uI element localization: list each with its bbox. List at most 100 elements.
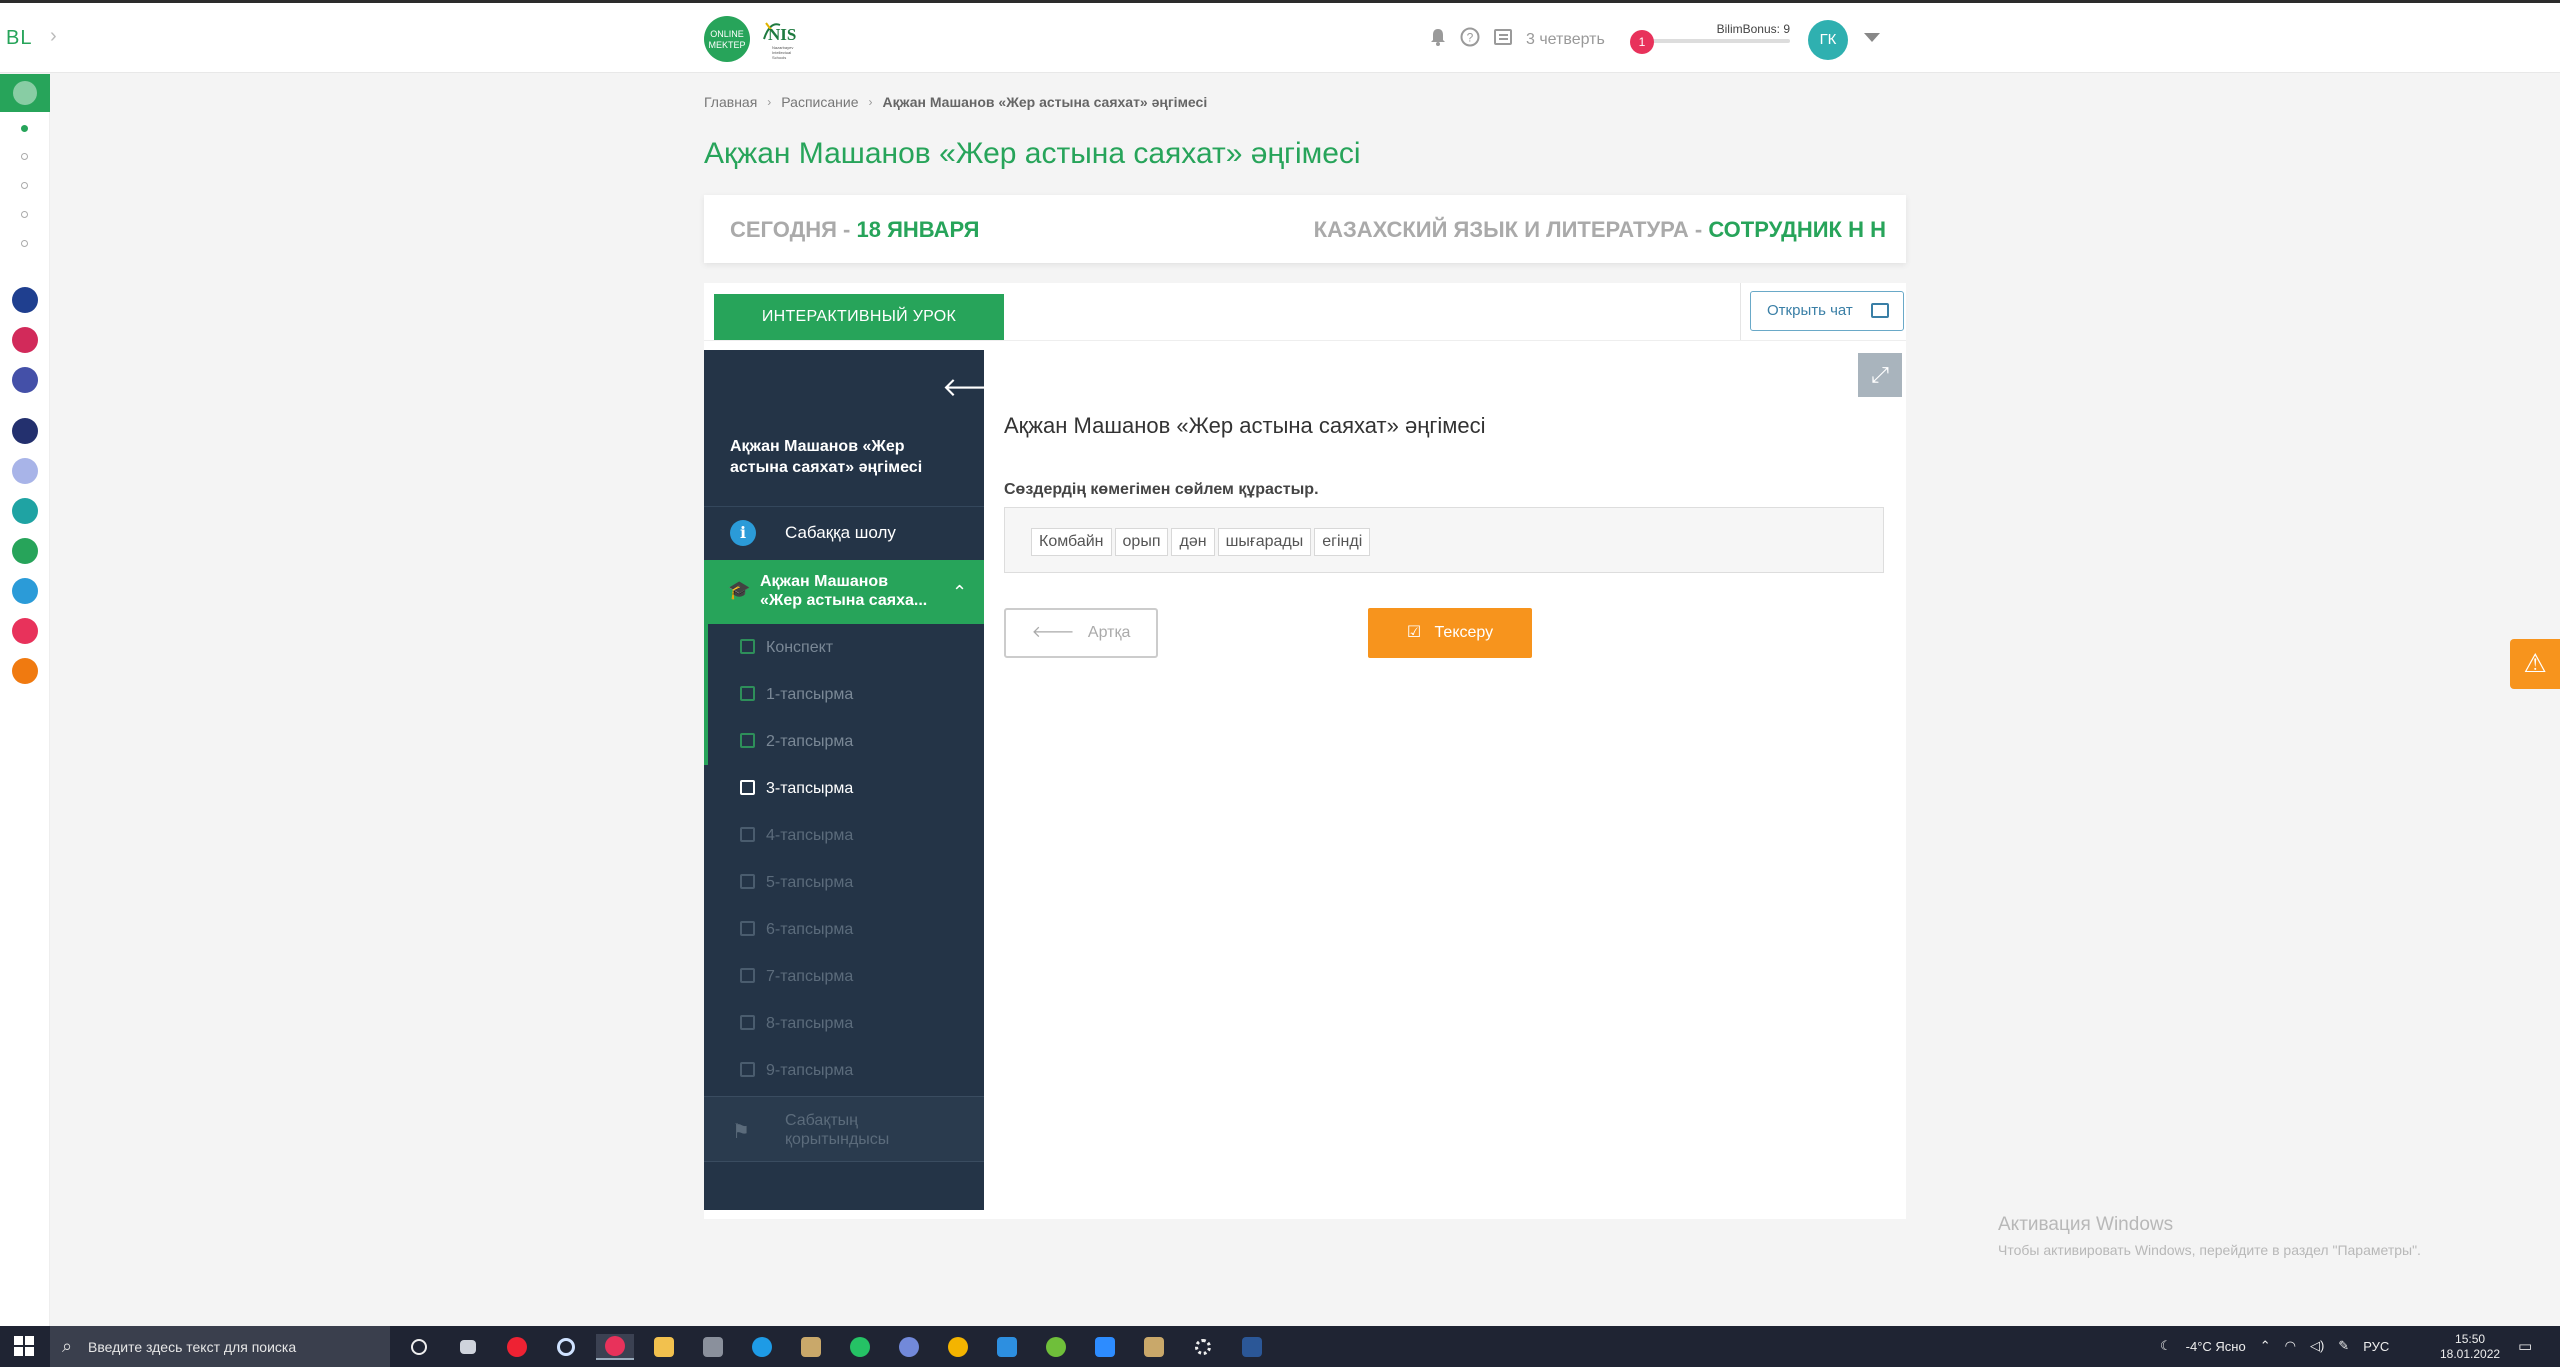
sidebar-item-current-lesson[interactable]: 🎓 Ақжан Машанов «Жер астына саяха... ⌃: [704, 560, 984, 624]
torrent-icon[interactable]: [1037, 1334, 1075, 1360]
rail-app-5-icon[interactable]: [12, 458, 38, 484]
breadcrumb-home[interactable]: Главная: [704, 94, 757, 110]
breadcrumb-chevron-icon: ›: [767, 95, 772, 109]
report-warning-icon[interactable]: ⚠: [2510, 639, 2560, 689]
camera-icon[interactable]: [694, 1334, 732, 1360]
fullscreen-expand-icon[interactable]: ⤢: [1858, 353, 1902, 397]
windows-activation-watermark: Активация Windows Чтобы активировать Win…: [1998, 1214, 2421, 1258]
rail-expand-chevron-icon[interactable]: ›: [50, 25, 57, 48]
sidebar-item-task[interactable]: 2-тапсырма: [704, 718, 984, 765]
sidebar-item-task[interactable]: 4-тапсырма: [704, 812, 984, 859]
activation-subtitle: Чтобы активировать Windows, перейдите в …: [1998, 1242, 2421, 1258]
tab-interactive-lesson[interactable]: ИНТЕРАКТИВНЫЙ УРОК: [714, 294, 1004, 340]
settings-gear-icon[interactable]: [1184, 1334, 1222, 1360]
bl-logo[interactable]: BL: [6, 27, 32, 50]
network-icon[interactable]: ◠: [2285, 1338, 2296, 1354]
taskbar-clock[interactable]: 15:50 18.01.2022: [2440, 1332, 2500, 1362]
rail-app-8-icon[interactable]: [12, 578, 38, 604]
rail-app-online-mektep[interactable]: [0, 74, 50, 112]
sidebar-item-task[interactable]: 3-тапсырма: [704, 765, 984, 812]
page-title: Ақжан Машанов «Жер астына саяхат» әңгіме…: [704, 137, 1361, 170]
progress-indicator-bar: [704, 859, 708, 906]
notification-center-icon[interactable]: ▭: [2518, 1337, 2532, 1355]
weather-text[interactable]: -4°C Ясно: [2186, 1339, 2246, 1354]
zoom-icon[interactable]: [1086, 1334, 1124, 1360]
checkbox-icon: ☑: [1406, 624, 1435, 641]
sidebar-item-overview[interactable]: i Сабаққа шолу: [704, 506, 984, 560]
discord-icon[interactable]: [890, 1334, 928, 1360]
whatsapp-icon[interactable]: [841, 1334, 879, 1360]
rail-dot-3[interactable]: [21, 182, 28, 189]
rail-dot-2[interactable]: [21, 153, 28, 160]
sidebar-item-task[interactable]: Конспект: [704, 624, 984, 671]
rail-app-10-icon[interactable]: [12, 658, 38, 684]
sidebar-item-task[interactable]: 1-тапсырма: [704, 671, 984, 718]
sidebar-item-label: 6-тапсырма: [766, 921, 854, 938]
rail-dot-4[interactable]: [21, 211, 28, 218]
check-button[interactable]: ☑ Тексеру: [1368, 608, 1532, 658]
paint-2-icon[interactable]: [1135, 1334, 1173, 1360]
rail-app-9-icon[interactable]: [12, 618, 38, 644]
back-arrow-icon[interactable]: 🡐: [942, 372, 1012, 403]
task-view-icon[interactable]: [449, 1334, 487, 1360]
rail-app-1-icon[interactable]: [12, 287, 38, 313]
rail-app-2-icon[interactable]: [12, 327, 38, 353]
rail-app-4-icon[interactable]: [12, 418, 38, 444]
taskbar-search[interactable]: ⌕ Введите здесь текст для поиска: [50, 1326, 390, 1367]
lesson-sidebar: 🡐 Ақжан Машанов «Жер астына саяхат» әңгі…: [704, 350, 1012, 1210]
rail-dot-1[interactable]: [21, 125, 28, 132]
sidebar-item-task[interactable]: 8-тапсырма: [704, 1000, 984, 1047]
yandex-browser-icon[interactable]: [596, 1334, 634, 1360]
rail-app-6-icon[interactable]: [12, 498, 38, 524]
chevron-up-icon[interactable]: ⌃: [952, 582, 967, 603]
paint-icon[interactable]: [792, 1334, 830, 1360]
word-icon[interactable]: [1233, 1334, 1271, 1360]
obs-icon[interactable]: [498, 1334, 536, 1360]
subject-teacher: КАЗАХСКИЙ ЯЗЫК И ЛИТЕРАТУРА - СОТРУДНИК …: [1314, 217, 1886, 243]
word-chip[interactable]: дән: [1171, 528, 1215, 556]
quarter-selector[interactable]: 3 четверть: [1526, 31, 1605, 49]
bilim-bonus-widget[interactable]: BilimBonus: 9 1: [1630, 19, 1790, 54]
breadcrumb-schedule[interactable]: Расписание: [781, 94, 858, 110]
breadcrumb-current: Ақжан Машанов «Жер астына саяхат» әңгіме…: [882, 94, 1208, 110]
rail-app-7-icon[interactable]: [12, 538, 38, 564]
word-chip[interactable]: Комбайн: [1031, 528, 1112, 556]
cortana-icon[interactable]: [400, 1334, 438, 1360]
help-icon[interactable]: ?: [1460, 27, 1480, 52]
system-tray: ☾ -4°C Ясно ⌃ ◠ ◁) ✎ РУС: [2160, 1338, 2389, 1354]
bell-icon[interactable]: [1430, 28, 1446, 51]
rail-dot-5[interactable]: [21, 240, 28, 247]
back-button[interactable]: 🡐 Артқа: [1004, 608, 1158, 658]
windows-start-icon[interactable]: [14, 1336, 34, 1356]
word-chip[interactable]: орып: [1114, 528, 1169, 556]
sidebar-item-task[interactable]: 5-тапсырма: [704, 859, 984, 906]
word-chip[interactable]: егінді: [1314, 528, 1371, 556]
word-chip[interactable]: шығарады: [1217, 528, 1312, 556]
file-explorer-icon[interactable]: [645, 1334, 683, 1360]
volume-icon[interactable]: ◁): [2310, 1338, 2324, 1354]
sidebar-item-task[interactable]: 6-тапсырма: [704, 906, 984, 953]
language-indicator[interactable]: РУС: [2363, 1339, 2389, 1354]
avatar[interactable]: ГК: [1808, 20, 1848, 60]
rail-app-3-icon[interactable]: [12, 367, 38, 393]
open-chat-button[interactable]: Открыть чат: [1750, 291, 1904, 331]
pen-icon[interactable]: ✎: [2338, 1338, 2349, 1354]
tray-chevron-icon[interactable]: ⌃: [2260, 1338, 2271, 1354]
task-instruction: Сөздердің көмегімен сөйлем құрастыр.: [1004, 481, 1319, 498]
store-icon[interactable]: [988, 1334, 1026, 1360]
list-icon[interactable]: [1494, 29, 1512, 50]
sidebar-item-summary[interactable]: ⚑ Сабақтың қорытындысы: [704, 1096, 984, 1162]
sidebar-item-task[interactable]: 9-тапсырма: [704, 1047, 984, 1094]
bonus-level-badge: 1: [1630, 30, 1654, 54]
sidebar-lesson-title: Ақжан Машанов «Жер астына саяхат» әңгіме…: [730, 438, 923, 476]
today-prefix: СЕГОДНЯ -: [730, 217, 857, 242]
today-label: СЕГОДНЯ - 18 ЯНВАРЯ: [730, 217, 979, 243]
edge-icon[interactable]: [547, 1334, 585, 1360]
online-mektep-logo[interactable]: ONLINE MEKTEP: [704, 16, 750, 62]
sidebar-item-task[interactable]: 7-тапсырма: [704, 953, 984, 1000]
chrome-icon[interactable]: [939, 1334, 977, 1360]
skype-icon[interactable]: [743, 1334, 781, 1360]
word-drop-zone[interactable]: Комбайн орып дән шығарады егінді: [1004, 507, 1884, 573]
caret-down-icon[interactable]: [1864, 33, 1880, 42]
taskbar-apps: [400, 1334, 1271, 1360]
